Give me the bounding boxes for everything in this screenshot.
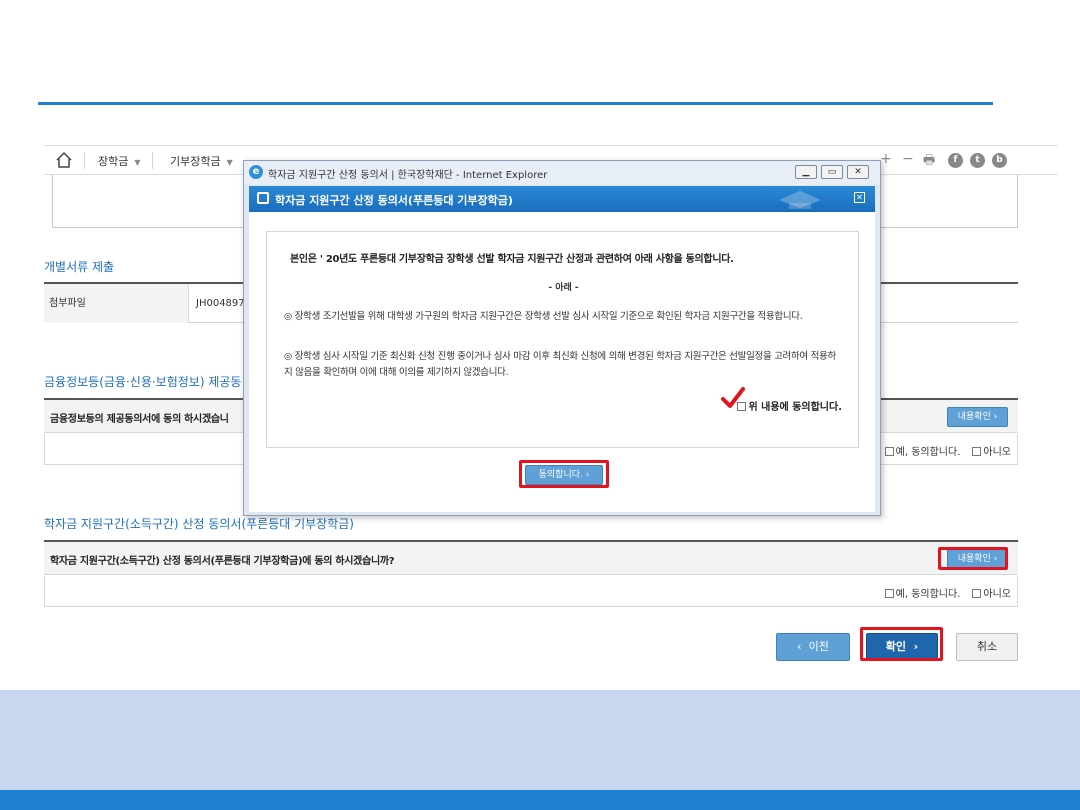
finance-detail-button[interactable]: 내용확인 ›	[947, 407, 1008, 427]
finance-no-checkbox[interactable]	[972, 447, 982, 456]
ie-popup-window: e 학자금 지원구간 산정 동의서 | 한국장학재단 - Internet Ex…	[243, 160, 881, 516]
agreement-subheading: - 아래 -	[548, 283, 579, 293]
agreement-check[interactable]: 위 내용에 동의합니다.	[737, 398, 842, 413]
income-no-checkbox[interactable]	[972, 589, 982, 598]
finance-consent-question: 금융정보등의 제공동의서에 동의 하시겠습니	[50, 414, 229, 425]
popup-title: 학자금 지원구간 산정 동의서(푸른등대 기부장학금)	[275, 194, 513, 207]
nav-item-donation-scholarship[interactable]: 기부장학금 ▼	[170, 153, 233, 169]
agreement-statement: 본인은 ' 20년도 푸른등대 기부장학금 장학생 선발 학자금 지원구간 산정…	[290, 254, 734, 265]
twitter-icon[interactable]: t	[970, 153, 985, 168]
footer-strip	[0, 790, 1080, 810]
ie-title-bar: e 학자금 지원구간 산정 동의서 | 한국장학재단 - Internet Ex…	[244, 161, 880, 185]
income-consent-table: 학자금 지원구간(소득구간) 산정 동의서(푸른등대 기부장학금)에 동의 하시…	[44, 540, 1018, 608]
print-icon[interactable]: 🖶	[923, 151, 935, 173]
top-divider	[38, 102, 993, 105]
nav-separator	[152, 152, 153, 169]
popup-header: 학자금 지원구간 산정 동의서(푸른등대 기부장학금) ✕	[249, 186, 875, 212]
agreement-paragraph-1: ◎ 장학생 조기선발을 위해 대학생 가구원의 학자금 지원구간은 장학생 선발…	[284, 311, 803, 322]
finance-section-title: 금융정보등(금융·신용·보험정보) 제공동	[44, 375, 242, 389]
attachment-file-id: JH004897	[196, 298, 245, 309]
highlight-income-detail	[938, 547, 1008, 570]
highlight-confirm-button	[860, 627, 943, 661]
zoom-in-icon[interactable]: +	[880, 151, 892, 167]
finance-consent-options: 예, 동의합니다. 아니오	[884, 443, 1011, 458]
income-yes-checkbox[interactable]	[884, 589, 894, 598]
close-icon[interactable]: ✕	[847, 165, 869, 179]
agreement-box: 본인은 ' 20년도 푸른등대 기부장학금 장학생 선발 학자금 지원구간 산정…	[266, 231, 859, 448]
finance-yes-checkbox[interactable]	[884, 447, 894, 456]
caret-down-icon: ▼	[226, 158, 233, 167]
cancel-button[interactable]: 취소	[956, 633, 1018, 661]
income-consent-answer-row: 예, 동의합니다. 아니오	[44, 576, 1018, 607]
nav-item-scholarship[interactable]: 장학금 ▼	[98, 153, 141, 169]
popup-close-icon[interactable]: ✕	[854, 192, 865, 203]
facebook-icon[interactable]: f	[948, 153, 963, 168]
footer-band	[0, 690, 1080, 790]
highlight-agree-button	[519, 460, 609, 488]
caret-down-icon: ▼	[134, 158, 141, 167]
prev-button[interactable]: ‹ 이전	[776, 633, 850, 661]
attachment-section-title: 개별서류 제출	[44, 260, 115, 274]
zoom-out-icon[interactable]: −	[902, 151, 914, 167]
income-section-title: 학자금 지원구간(소득구간) 산정 동의서(푸른등대 기부장학금)	[44, 517, 354, 531]
ie-logo-icon: e	[249, 165, 263, 179]
graduation-cap-icon	[779, 191, 821, 209]
document-icon	[257, 192, 269, 204]
income-consent-question: 학자금 지원구간(소득구간) 산정 동의서(푸른등대 기부장학금)에 동의 하시…	[50, 556, 395, 567]
income-consent-options: 예, 동의합니다. 아니오	[884, 585, 1011, 600]
blog-icon[interactable]: b	[992, 153, 1007, 168]
agreement-checkbox[interactable]	[737, 402, 747, 411]
income-consent-question-row: 학자금 지원구간(소득구간) 산정 동의서(푸른등대 기부장학금)에 동의 하시…	[44, 542, 1018, 575]
nav-separator	[84, 152, 85, 169]
attachment-header: 첨부파일	[44, 284, 189, 323]
popup-body: 본인은 ' 20년도 푸른등대 기부장학금 장학생 선발 학자금 지원구간 산정…	[249, 212, 875, 512]
minimize-icon[interactable]: ▁	[795, 165, 817, 179]
home-icon[interactable]	[54, 151, 74, 169]
maximize-icon[interactable]: ▭	[821, 165, 843, 179]
agreement-paragraph-2: ◎ 장학생 심사 시작일 기준 최신화 신청 진행 중이거나 심사 마감 이후 …	[284, 351, 836, 378]
ie-window-title: 학자금 지원구간 산정 동의서 | 한국장학재단 - Internet Expl…	[268, 170, 548, 181]
